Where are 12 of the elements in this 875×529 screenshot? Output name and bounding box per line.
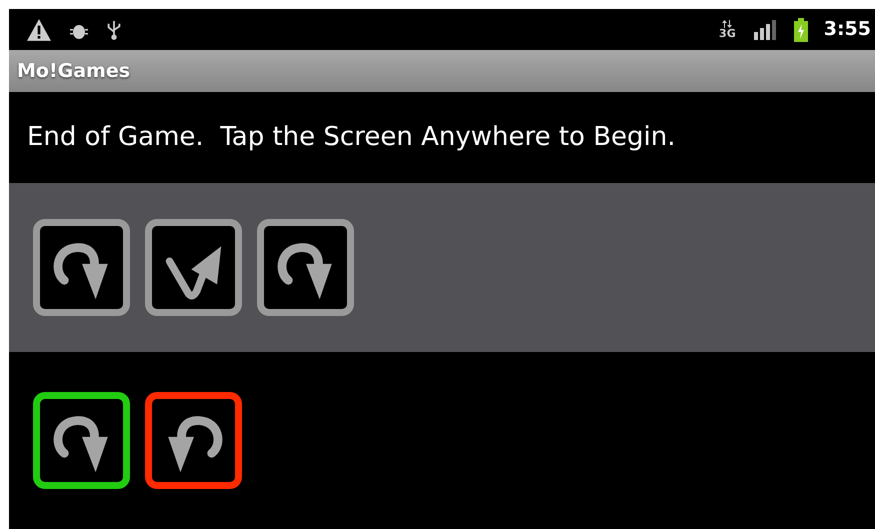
clock-time: 3:55 <box>824 17 872 42</box>
usb-icon <box>105 18 123 40</box>
game-message: End of Game. Tap the Screen Anywhere to Begin. <box>27 121 676 154</box>
arrow-tile[interactable] <box>257 219 354 316</box>
app-title: Mo!Games <box>17 58 130 84</box>
arrow-tile[interactable] <box>145 392 242 489</box>
battery-charging-icon <box>794 18 808 42</box>
warning-icon <box>25 18 53 42</box>
arrow-tile[interactable] <box>145 219 242 316</box>
signal-icon <box>752 20 778 40</box>
arrow-tile[interactable] <box>33 219 130 316</box>
arrow-tile[interactable] <box>33 392 130 489</box>
